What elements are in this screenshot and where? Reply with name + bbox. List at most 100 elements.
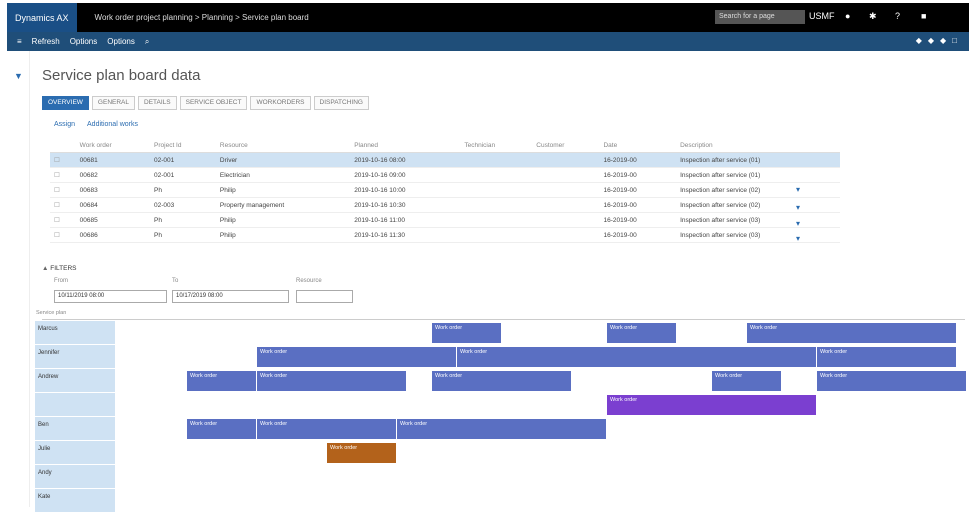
work-order-bar[interactable]: Work order [187,371,257,391]
table-cell[interactable]: 02-003 [150,197,216,213]
tab-details[interactable]: DETAILS [138,96,177,110]
work-order-bar[interactable]: Work order [817,347,957,367]
from-date-field[interactable]: 10/11/2019 08:00 [54,290,167,303]
table-cell[interactable]: 02-001 [150,167,216,183]
resource-row-label[interactable]: Ben [35,417,115,441]
additional-works-button[interactable]: Additional works [87,121,138,128]
resource-row-label[interactable]: Andy [35,465,115,489]
table-cell[interactable]: 16-2019-00 [599,197,677,213]
col-header[interactable]: Description [676,138,840,153]
notification-icon[interactable]: ● [845,11,850,21]
work-order-bar[interactable]: Work order [747,323,957,343]
table-cell[interactable]: 00682 [75,167,151,183]
table-cell[interactable]: 2019-10-16 10:30 [350,197,461,213]
table-cell[interactable]: Ph [150,212,216,228]
table-cell[interactable] [532,182,600,198]
table-cell[interactable]: 00685 [75,212,151,228]
table-cell[interactable]: 02-001 [150,152,216,168]
resource-row-label[interactable]: Kate [35,489,115,513]
table-cell[interactable] [532,197,600,213]
checkbox-icon[interactable]: ☐ [54,172,60,179]
nav-item-options[interactable]: Options [70,37,98,46]
checkbox-icon[interactable]: ☐ [54,232,60,239]
table-cell[interactable] [532,227,600,243]
table-cell[interactable]: 2019-10-16 09:00 [350,167,461,183]
table-cell[interactable] [460,152,533,168]
table-cell[interactable]: 16-2019-00 [599,227,677,243]
table-cell[interactable] [460,182,533,198]
col-header[interactable]: Planned [350,138,461,153]
table-cell[interactable]: Inspection after service (01) [676,167,840,183]
assign-button[interactable]: Assign [54,121,75,128]
table-cell[interactable]: 2019-10-16 11:30 [350,227,461,243]
table-row[interactable]: ☐ 00686 Ph Philip 2019-10-16 11:30 16-2019-00… [50,227,840,243]
menu-icon[interactable]: ≡ [17,37,22,46]
col-header[interactable]: Resource [215,138,351,153]
nav-item-options-2[interactable]: Options [107,37,135,46]
work-order-bar[interactable]: Work order [397,419,607,439]
table-cell[interactable]: 00684 [75,197,151,213]
col-header[interactable] [50,138,76,153]
breadcrumb[interactable]: Work order project planning > Planning >… [95,13,309,22]
search-icon[interactable]: ⌕ [145,37,149,47]
table-cell[interactable]: Property management [215,197,351,213]
table-row[interactable]: ☐ 00681 02-001 Driver 2019-10-16 08:00 16-201… [50,152,840,168]
table-cell[interactable]: 2019-10-16 11:00 [350,212,461,228]
col-header[interactable]: Work order [75,138,151,153]
work-order-bar[interactable]: Work order [257,347,457,367]
col-header[interactable]: Technician [460,138,533,153]
table-cell[interactable]: 16-2019-00 [599,167,677,183]
table-cell[interactable]: 16-2019-00 [599,152,677,168]
work-order-bar[interactable]: Work order [817,371,967,391]
work-order-bar[interactable]: Work order [607,395,817,415]
work-order-bar[interactable]: Work order [187,419,257,439]
resource-row-label[interactable]: Andrew [35,369,115,393]
work-order-bar[interactable]: Work order [257,419,397,439]
row-select-cell[interactable]: ☐ [50,212,76,228]
table-cell[interactable] [460,212,533,228]
table-cell[interactable]: Philip [215,182,351,198]
table-cell[interactable]: Inspection after service (03) [676,212,840,228]
table-cell[interactable] [532,212,600,228]
resource-row-label[interactable]: Julie [35,441,115,465]
filter-icon[interactable]: ▼ [14,71,23,81]
user-label[interactable]: USMF [809,11,835,21]
table-cell[interactable]: Inspection after service (01) [676,152,840,168]
row-select-cell[interactable]: ☐ [50,182,76,198]
tab-overview[interactable]: OVERVIEW [42,96,89,110]
row-select-cell[interactable]: ☐ [50,227,76,243]
table-cell[interactable]: 00683 [75,182,151,198]
table-row[interactable]: ☐ 00685 Ph Philip 2019-10-16 11:00 16-2019-00… [50,212,840,228]
expand-icon[interactable]: ▾ [796,234,800,243]
table-row[interactable]: ☐ 00683 Ph Philip 2019-10-16 10:00 16-2019-00… [50,182,840,198]
table-cell[interactable]: Philip [215,212,351,228]
table-cell[interactable]: Inspection after service (03) [676,227,840,243]
table-cell[interactable]: Ph [150,182,216,198]
expand-icon[interactable]: ▾ [796,185,800,194]
table-cell[interactable]: 00686 [75,227,151,243]
work-order-bar[interactable]: Work order [257,371,407,391]
table-cell[interactable]: 2019-10-16 10:00 [350,182,461,198]
table-cell[interactable] [532,167,600,183]
col-header[interactable]: Customer [532,138,600,153]
tab-dispatching[interactable]: DISPATCHING [313,96,369,110]
work-order-bar[interactable]: Work order [607,323,677,343]
work-order-bar[interactable]: Work order [327,443,397,463]
checkbox-icon[interactable]: ☐ [54,202,60,209]
table-row[interactable]: ☐ 00684 02-003 Property management 2019-10-1… [50,197,840,213]
table-cell[interactable]: 00681 [75,152,151,168]
resource-row-label[interactable]: Jennifer [35,345,115,369]
table-cell[interactable]: Inspection after service (02) [676,182,840,198]
tab-service-object[interactable]: SERVICE OBJECT [179,96,248,110]
filters-section-header[interactable]: ▲ FILTERS [42,265,77,272]
table-cell[interactable]: 2019-10-16 08:00 [350,152,461,168]
tab-workorders[interactable]: WORKORDERS [250,96,311,110]
table-cell[interactable]: Driver [215,152,351,168]
row-select-cell[interactable]: ☐ [50,197,76,213]
avatar[interactable]: ■ [921,11,926,21]
table-row[interactable]: ☐ 00682 02-001 Electrician 2019-10-16 09:00 1… [50,167,840,183]
row-select-cell[interactable]: ☐ [50,167,76,183]
expand-icon[interactable]: ▾ [796,203,800,212]
row-select-cell[interactable]: ☐ [50,152,76,168]
to-date-field[interactable]: 10/17/2019 08:00 [172,290,289,303]
